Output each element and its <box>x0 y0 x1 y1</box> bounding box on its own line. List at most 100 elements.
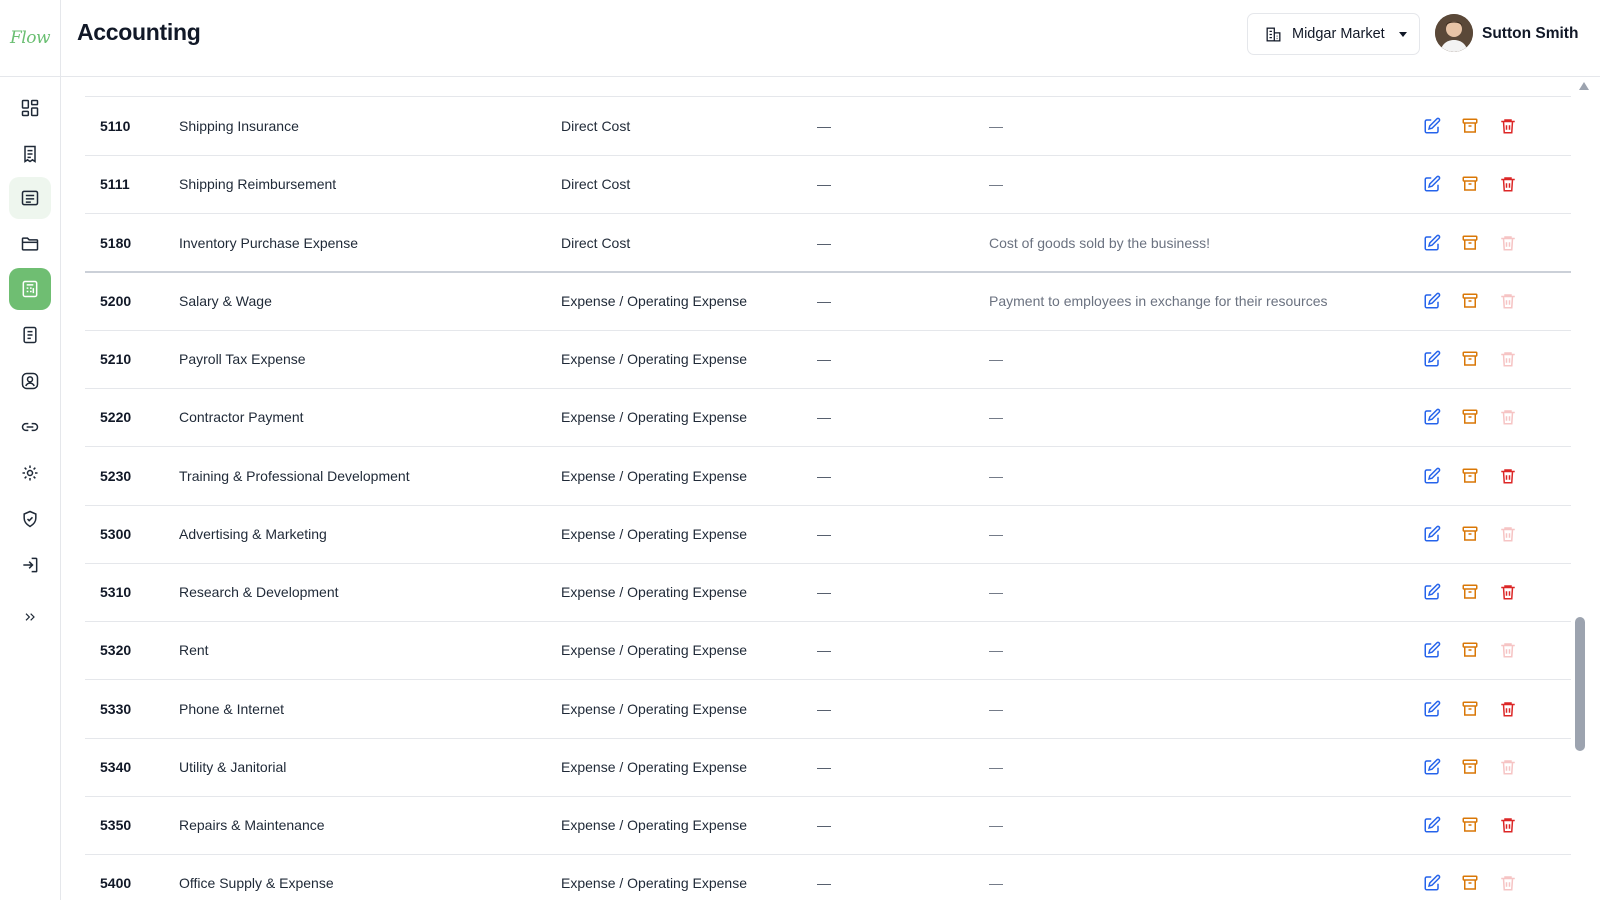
edit-icon[interactable] <box>1422 174 1442 194</box>
table-row[interactable]: 5200 Salary & Wage Expense / Operating Exp… <box>85 272 1571 331</box>
account-subtype: — <box>817 758 831 775</box>
shield-icon[interactable] <box>9 498 51 540</box>
account-description: — <box>989 875 1003 892</box>
archive-icon[interactable] <box>1460 699 1480 719</box>
trash-icon[interactable] <box>1498 116 1518 136</box>
user-name[interactable]: Sutton Smith <box>1482 25 1578 43</box>
account-name: Repairs & Maintenance <box>179 817 325 833</box>
account-code: 5180 <box>100 234 132 251</box>
archive-icon[interactable] <box>1460 640 1480 660</box>
trash-icon <box>1498 873 1518 893</box>
edit-icon[interactable] <box>1422 291 1442 311</box>
account-type: Direct Cost <box>561 176 631 193</box>
account-description: Cost of goods sold by the business! <box>989 234 1211 251</box>
edit-icon[interactable] <box>1422 466 1442 486</box>
edit-icon[interactable] <box>1422 815 1442 835</box>
table-row[interactable]: 5230 Training & Professional Development E… <box>85 447 1571 506</box>
edit-icon[interactable] <box>1422 407 1442 427</box>
top-header: Accounting Midgar Market Sutton Smith <box>61 0 1600 77</box>
edit-icon[interactable] <box>1422 757 1442 777</box>
archive-icon[interactable] <box>1460 407 1480 427</box>
store-selector[interactable]: Midgar Market <box>1247 13 1420 55</box>
trash-icon[interactable] <box>1498 699 1518 719</box>
link-icon[interactable] <box>9 406 51 448</box>
trash-icon[interactable] <box>1498 174 1518 194</box>
table-row[interactable]: 5220 Contractor Payment Expense / Operatin… <box>85 388 1571 448</box>
archive-icon[interactable] <box>1460 233 1480 253</box>
user-circle-icon[interactable] <box>9 360 51 402</box>
building-icon <box>1266 27 1281 41</box>
archive-icon[interactable] <box>1460 466 1480 486</box>
account-subtype: — <box>817 875 831 892</box>
accounts-table: 5110 Shipping Insurance Direct Cost — — 5111 S… <box>85 78 1571 900</box>
edit-icon[interactable] <box>1422 699 1442 719</box>
account-type: Expense / Operating Expense <box>561 351 748 367</box>
accounting-icon[interactable] <box>9 268 51 310</box>
table-row[interactable]: 5340 Utility & Janitorial Expense / Operat… <box>85 738 1571 797</box>
table-row[interactable]: 5330 Phone & Internet Expense / Operating … <box>85 680 1571 739</box>
account-description: — <box>989 467 1003 484</box>
table-row[interactable]: 5111 Shipping Reimbursement Direct Cost — — <box>85 155 1571 215</box>
expand-icon[interactable] <box>9 596 51 638</box>
table-row[interactable]: 5400 Office Supply & Expense Expense / Ope… <box>85 854 1571 900</box>
receipt-icon[interactable] <box>9 133 51 175</box>
account-name: Shipping Reimbursement <box>179 176 337 193</box>
folder-icon[interactable] <box>9 223 51 265</box>
table-row[interactable]: 5310 Research & Development Expense / Oper… <box>85 563 1571 622</box>
gear-icon[interactable] <box>9 452 51 494</box>
scroll-thumb[interactable] <box>1575 617 1585 751</box>
avatar[interactable] <box>1435 14 1473 52</box>
archive-icon[interactable] <box>1460 291 1480 311</box>
report-icon[interactable] <box>9 314 51 356</box>
account-type: Expense / Operating Expense <box>561 467 748 484</box>
table-row[interactable]: 5300 Advertising & Marketing Expense / Ope… <box>85 505 1571 564</box>
account-description: Payment to employees in exchange for the… <box>989 292 1328 309</box>
table-row[interactable]: 5110 Shipping Insurance Direct Cost — — <box>85 97 1571 156</box>
account-name: Advertising & Marketing <box>179 525 327 542</box>
account-subtype: — <box>817 525 831 542</box>
edit-icon[interactable] <box>1422 524 1442 544</box>
trash-icon[interactable] <box>1498 815 1518 835</box>
scroll-up-arrow-icon[interactable] <box>1579 82 1589 90</box>
account-code: 5220 <box>100 409 132 426</box>
archive-icon[interactable] <box>1460 873 1480 893</box>
account-description: — <box>989 409 1003 426</box>
edit-icon[interactable] <box>1422 582 1442 602</box>
archive-icon[interactable] <box>1460 349 1480 369</box>
table-row[interactable]: 5210 Payroll Tax Expense Expense / Operati… <box>85 330 1571 389</box>
account-name: Contractor Payment <box>179 409 304 426</box>
account-type: Expense / Operating Expense <box>561 642 748 659</box>
edit-icon[interactable] <box>1422 873 1442 893</box>
account-type: Expense / Operating Expense <box>561 292 748 309</box>
table-row[interactable]: 5320 Rent Expense / Operating Expense — — <box>85 621 1571 681</box>
account-name: Salary & Wage <box>179 292 272 309</box>
edit-icon[interactable] <box>1422 640 1442 660</box>
account-name: Research & Development <box>179 584 339 600</box>
account-name: Training & Professional Development <box>179 467 410 484</box>
trash-icon <box>1498 524 1518 544</box>
app-logo[interactable]: Flow <box>0 0 60 77</box>
edit-icon[interactable] <box>1422 233 1442 253</box>
table-row[interactable]: 5180 Inventory Purchase Expense Direct Cos… <box>85 214 1571 273</box>
archive-icon[interactable] <box>1460 815 1480 835</box>
account-subtype: — <box>817 467 831 484</box>
edit-icon[interactable] <box>1422 349 1442 369</box>
archive-icon[interactable] <box>1460 116 1480 136</box>
login-icon[interactable] <box>9 544 51 586</box>
vertical-scrollbar[interactable] <box>1571 78 1600 900</box>
account-subtype: — <box>817 817 831 833</box>
archive-icon[interactable] <box>1460 757 1480 777</box>
trash-icon[interactable] <box>1498 582 1518 602</box>
archive-icon[interactable] <box>1460 524 1480 544</box>
archive-icon[interactable] <box>1460 174 1480 194</box>
trash-icon[interactable] <box>1498 466 1518 486</box>
account-code: 5210 <box>100 351 132 367</box>
account-subtype: — <box>817 584 831 600</box>
account-description: — <box>989 817 1003 833</box>
account-code: 5111 <box>100 176 130 193</box>
document-list-icon[interactable] <box>9 177 51 219</box>
dashboard-icon[interactable] <box>9 87 51 129</box>
archive-icon[interactable] <box>1460 582 1480 602</box>
table-row[interactable]: 5350 Repairs & Maintenance Expense / Opera… <box>85 796 1571 855</box>
edit-icon[interactable] <box>1422 116 1442 136</box>
